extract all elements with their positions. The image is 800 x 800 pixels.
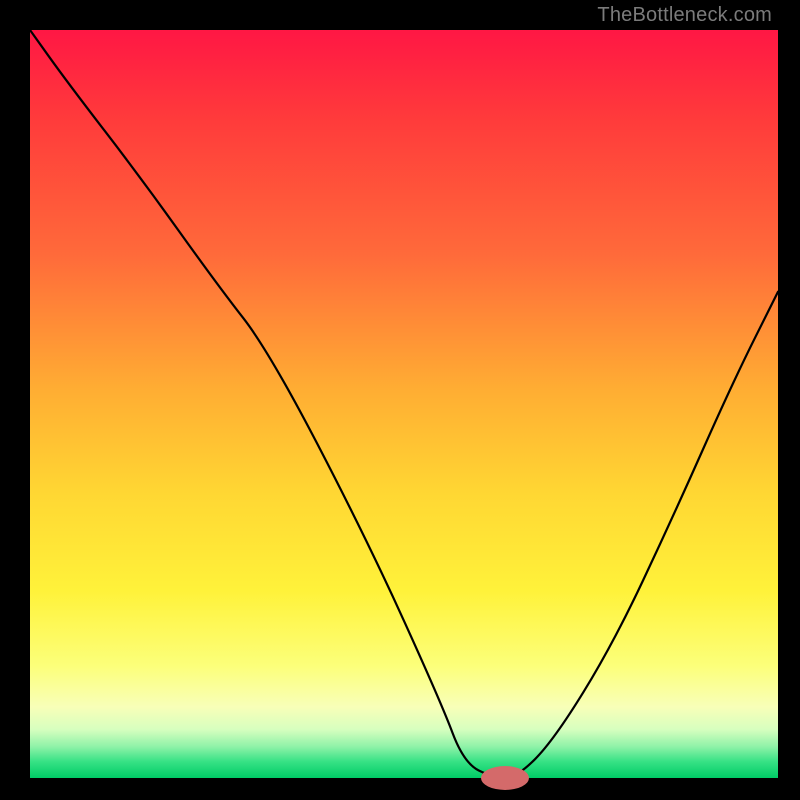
optimal-marker [481, 766, 529, 790]
chart-frame: TheBottleneck.com [0, 0, 800, 800]
chart-background-gradient [30, 30, 778, 778]
attribution-text: TheBottleneck.com [597, 4, 772, 27]
bottleneck-chart [0, 0, 800, 800]
